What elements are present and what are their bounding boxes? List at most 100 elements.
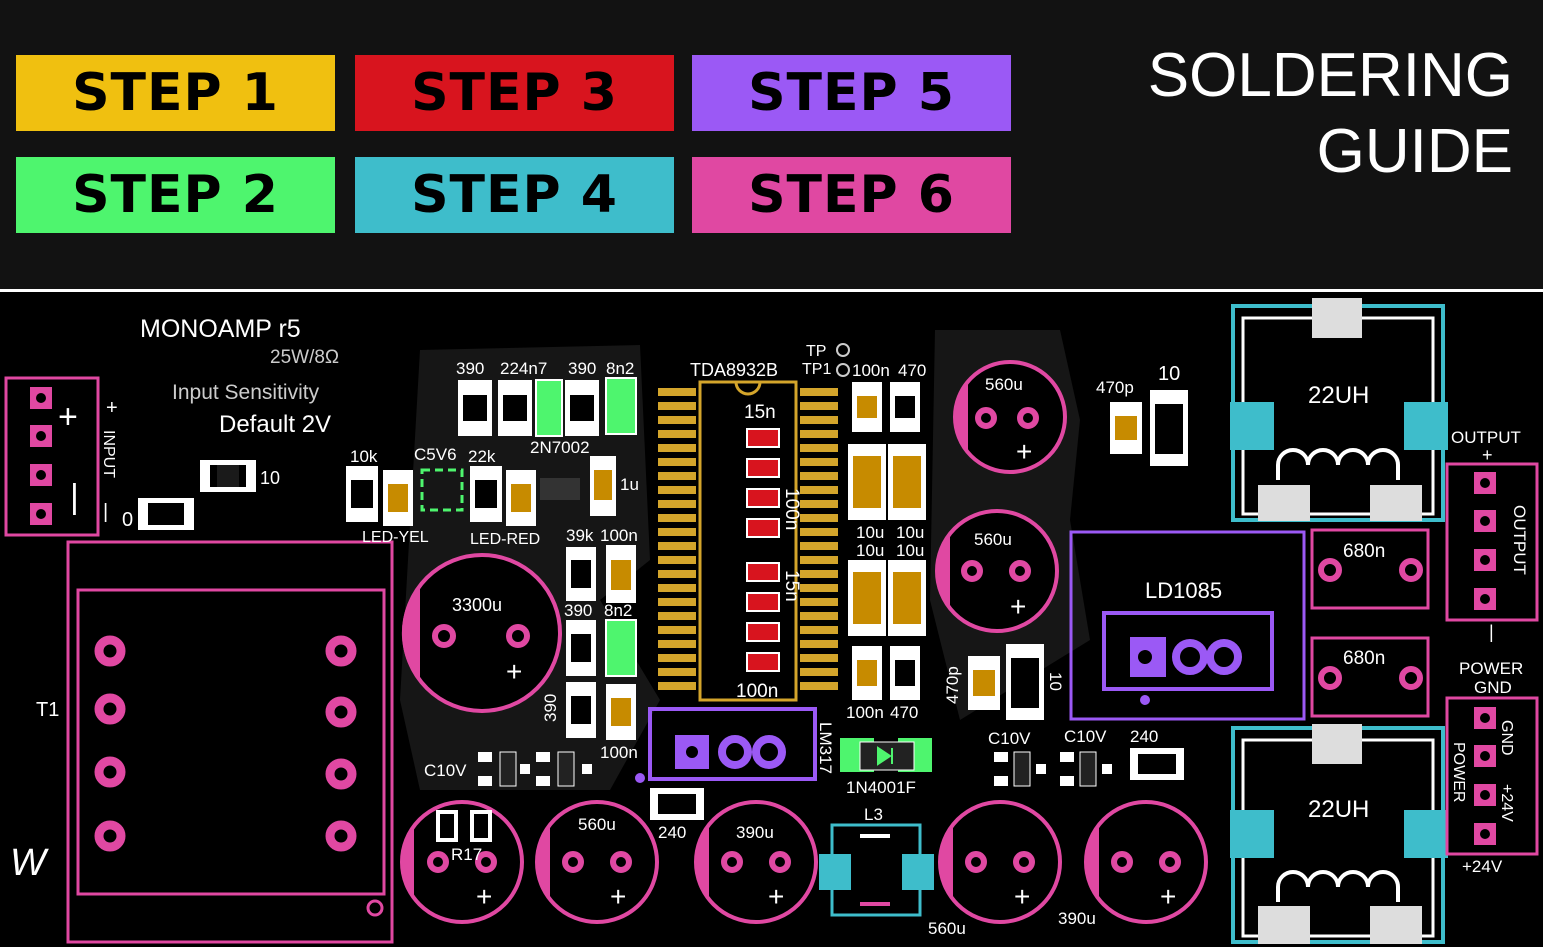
lm317-label: LM317 bbox=[816, 722, 835, 774]
label-10u-b: 10u bbox=[896, 523, 924, 542]
inductor-22uh-bottom bbox=[1230, 724, 1448, 944]
label-3300u: 3300u bbox=[452, 595, 502, 615]
power-label-top: POWER bbox=[1459, 659, 1523, 678]
label-470p-a: 470p bbox=[1096, 378, 1134, 397]
input-pads bbox=[30, 387, 52, 525]
label-10-b: 10 bbox=[1158, 363, 1180, 385]
lm317-dot bbox=[635, 773, 645, 783]
step-6-legend: STEP 6 bbox=[692, 157, 1011, 233]
label-led-yel: LED-YEL bbox=[362, 529, 429, 546]
ic-label: TDA8932B bbox=[690, 360, 778, 380]
board-sensitivity-label: Input Sensitivity bbox=[172, 381, 320, 404]
step-2-legend: STEP 2 bbox=[16, 157, 335, 233]
label-c5v6: C5V6 bbox=[414, 445, 457, 464]
label-39k: 39k bbox=[566, 526, 594, 545]
input-minus: | bbox=[70, 478, 79, 516]
cap-3300u bbox=[402, 553, 562, 713]
logo: W bbox=[10, 842, 49, 884]
board-sensitivity-value: Default 2V bbox=[219, 411, 331, 438]
smd-row-top bbox=[458, 377, 637, 437]
label-10u-d: 10u bbox=[896, 541, 924, 560]
label-10u-c: 10u bbox=[856, 541, 884, 560]
resistor-10-label: 10 bbox=[260, 468, 280, 488]
label-390b: 390 bbox=[568, 359, 596, 378]
cap-560u-top-plus: + bbox=[1016, 436, 1032, 467]
label-680n-top: 680n bbox=[1343, 541, 1385, 562]
inductor-22uh-top bbox=[1230, 298, 1448, 522]
input-plus: + bbox=[58, 398, 78, 436]
output-label-side: OUTPUT bbox=[1510, 505, 1529, 575]
step-3-legend: STEP 3 bbox=[355, 55, 674, 131]
output-minus: | bbox=[1489, 622, 1494, 642]
label-1n4001f: 1N4001F bbox=[846, 778, 916, 797]
board-power: 25W/8Ω bbox=[270, 347, 339, 368]
cap-390u-bm-plus: + bbox=[768, 881, 784, 912]
label-1u: 1u bbox=[620, 475, 639, 494]
step-1-legend: STEP 1 bbox=[16, 55, 335, 131]
cap-560u-bottom-right bbox=[938, 800, 1062, 924]
gnd-label-top: GND bbox=[1474, 678, 1512, 697]
label-10u-a: 10u bbox=[856, 523, 884, 542]
tp-label: TP bbox=[806, 343, 826, 360]
ld1085-label: LD1085 bbox=[1145, 578, 1222, 603]
resistor-10 bbox=[200, 460, 256, 492]
cap-390u-bottom-right bbox=[1084, 800, 1208, 924]
label-10k: 10k bbox=[350, 447, 378, 466]
tp-pad bbox=[836, 343, 850, 357]
power-label-side: POWER bbox=[1450, 742, 1467, 802]
title-line-2: GUIDE bbox=[1316, 117, 1513, 186]
ic-cap-15n-top: 15n bbox=[744, 402, 776, 423]
resistor-0-label: 0 bbox=[122, 509, 133, 531]
resistor-0 bbox=[138, 498, 194, 530]
label-led-red: LED-RED bbox=[470, 531, 540, 548]
output-plus: + bbox=[1482, 445, 1493, 465]
label-10-c: 10 bbox=[1046, 672, 1065, 691]
label-100n-d: 100n bbox=[846, 703, 884, 722]
ic-cap-15n-side: 15n bbox=[781, 570, 802, 602]
label-390-c: 390 bbox=[564, 601, 592, 620]
resistor-240-b bbox=[1130, 748, 1184, 780]
label-2n7002: 2N7002 bbox=[530, 438, 590, 457]
label-l3: L3 bbox=[864, 805, 883, 824]
label-100n-a: 100n bbox=[600, 526, 638, 545]
power-24v-side: +24V bbox=[1498, 784, 1515, 822]
label-c10v-b: C10V bbox=[988, 729, 1031, 748]
smd-pair-top bbox=[1110, 390, 1188, 466]
ld1085-body bbox=[1102, 611, 1274, 691]
label-224n7: 224n7 bbox=[500, 359, 547, 378]
label-240-a: 240 bbox=[658, 823, 686, 842]
input-minus-small: | bbox=[103, 501, 108, 523]
label-560u-bl: 560u bbox=[578, 815, 616, 834]
label-240-b: 240 bbox=[1130, 727, 1158, 746]
cap-390u-bottom-mid bbox=[694, 800, 818, 924]
label-8n2-b: 8n2 bbox=[604, 601, 632, 620]
cap-560u-mid bbox=[935, 509, 1059, 633]
ic-cap-100n-bottom: 100n bbox=[736, 681, 778, 702]
diode-1n4001f bbox=[840, 738, 932, 772]
header: STEP 1 STEP 2 STEP 3 STEP 4 STEP 5 STEP … bbox=[0, 0, 1543, 290]
label-470p-b: 470p bbox=[943, 666, 962, 704]
label-560u-mid: 560u bbox=[974, 530, 1012, 549]
pcb-diagram: + | INPUT + | MONOAMP r5 25W/8Ω Input Se… bbox=[4, 298, 1539, 944]
label-470-a: 470 bbox=[898, 361, 926, 380]
label-560u-top: 560u bbox=[985, 375, 1023, 394]
page-title: SOLDERING GUIDE bbox=[1148, 38, 1513, 190]
label-22uh-bottom: 22UH bbox=[1308, 796, 1369, 823]
resistor-240-a bbox=[650, 788, 704, 820]
label-390u-br: 390u bbox=[1058, 909, 1096, 928]
board-name: MONOAMP r5 bbox=[140, 315, 301, 343]
label-390u-bm: 390u bbox=[736, 823, 774, 842]
label-22uh-top: 22UH bbox=[1308, 382, 1369, 409]
cap-560u-br-plus: + bbox=[1014, 881, 1030, 912]
input-plus-small: + bbox=[106, 397, 118, 419]
tp1-pad bbox=[836, 363, 850, 377]
step-4-legend: STEP 4 bbox=[355, 157, 674, 233]
ic-cap-100n-side: 100n bbox=[781, 488, 802, 530]
cap-560u-bl-plus: + bbox=[610, 881, 626, 912]
label-100n-c: 100n bbox=[852, 361, 890, 380]
label-r17: R17 bbox=[451, 845, 482, 864]
label-c10v-a: C10V bbox=[424, 761, 467, 780]
label-680n-bottom: 680n bbox=[1343, 648, 1385, 669]
title-line-1: SOLDERING bbox=[1147, 41, 1513, 110]
power-gnd-side: GND bbox=[1498, 720, 1515, 756]
